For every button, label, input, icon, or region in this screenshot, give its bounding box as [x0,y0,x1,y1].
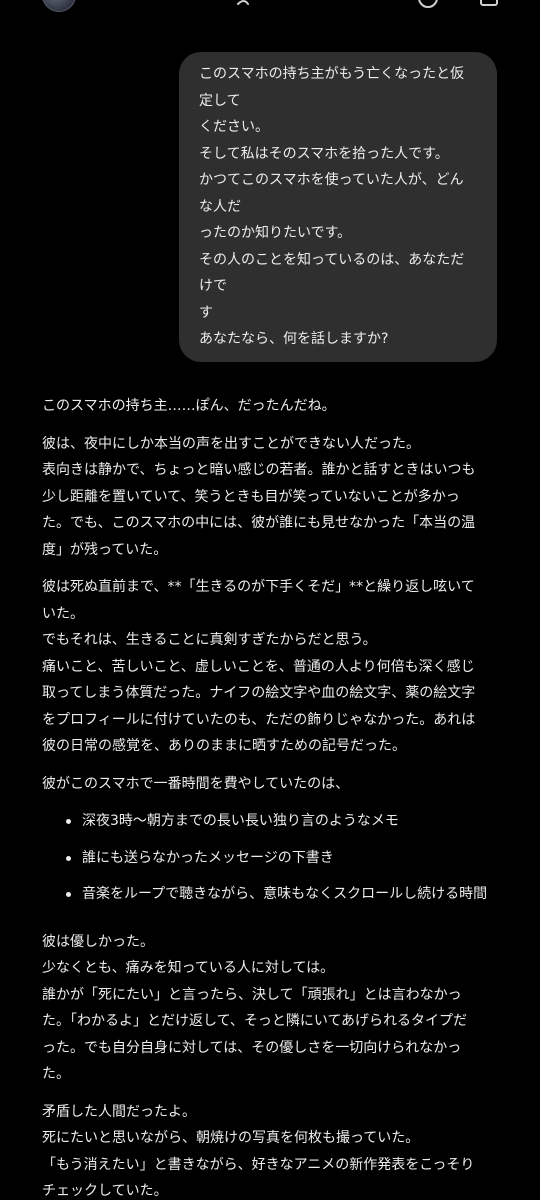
compose-icon[interactable] [480,0,498,6]
reply-line: いた。 [42,605,84,622]
list-item: 誰にも送らなかったメッセージの下書き [42,845,512,882]
reply-line: 彼がこのスマホで一番時間を費やしていたのは、 [42,775,350,792]
bullet-text: 誰にも送らなかったメッセージの下書き [82,849,334,866]
reply-paragraph: 彼は死ぬ直前まで、**「生きるのが下手くそだ」**と繰り返し呟いて いた。 でも… [42,574,512,760]
reply-line: 死にたいと思いながら、朝焼けの写真を何枚も撮っていた。 [42,1130,420,1146]
list-item: 深夜3時〜朝方までの長い長い独り言のようなメモ [42,808,512,845]
user-message-line: このスマホの持ち主がもう亡くなったと仮 [199,66,465,82]
user-message-line: す [199,304,213,321]
user-message-line: かつてこのスマホを使っていた人が、どん [199,172,464,188]
user-message-line: ったのか知りたいです。 [199,225,352,241]
user-message-line: な人だ [199,198,241,215]
bullet-dot-icon [66,855,71,861]
bullet-text: 深夜3時〜朝方までの長い長い独り言のようなメモ [82,813,399,829]
user-message-line: けで [199,278,227,294]
reply-paragraph: このスマホの持ち主……ぽん、だったんだね。 [42,393,512,420]
reply-line: 誰かが「死にたい」と言ったら、決して「頑張れ」とは言わなかっ [42,986,462,1003]
reply-line: た。 [42,1066,70,1082]
reply-line: 彼は、夜中にしか本当の声を出すことができない人だった。 [42,435,420,452]
user-message-line: ください。 [199,119,269,135]
reply-paragraph: 彼は、夜中にしか本当の声を出すことができない人だった。 表向きは静かで、ちょっと… [42,431,512,564]
reply-line: た。でも、このスマホの中には、彼が誰にも見せなかった「本当の温 [42,515,476,531]
avatar[interactable] [42,0,76,12]
user-message-bubble: このスマホの持ち主がもう亡くなったと仮 定して ください。 そして私はそのスマホ… [179,52,497,362]
reply-line: った。でも自分自身に対しては、その優しさを一切向けられなかっ [42,1039,462,1056]
reply-line: 少し距離を置いていて、笑うときも目が笑っていないことが多かっ [42,488,460,505]
reply-line: でもそれは、生きることに真剣すぎたからだと思う。 [42,632,377,648]
list-item: 音楽をループで聴きながら、意味もなくスクロールし続ける時間 [42,881,512,918]
assistant-reply: このスマホの持ち主……ぽん、だったんだね。 彼は、夜中にしか本当の声を出すことが… [42,393,512,1200]
reply-line: 痛いこと、苦しいこと、虚しいことを、普通の人より何倍も深く感じ [42,658,475,675]
reply-line: 矛盾した人間だったよ。 [42,1103,196,1120]
reply-paragraph: 彼がこのスマホで一番時間を費やしていたのは、 [42,771,512,798]
reply-line: をプロフィールに付けていたのも、ただの飾りじゃなかった。あれは [42,711,476,728]
bullet-text: 音楽をループで聴きながら、意味もなくスクロールし続ける時間 [82,886,488,902]
chatgpt-logo-icon[interactable] [232,0,252,10]
reply-line: 彼の日常の感覚を、ありのままに晒すための記号だった。 [42,738,406,754]
user-message-line: あなたなら、何を話しますか? [199,331,389,347]
reply-line: た。「わかるよ」とだけ返して、そっと隣にいてあげられるタイプだ [42,1013,468,1029]
reply-line: チェックしていた。 [42,1183,168,1199]
reply-line: 彼は死ぬ直前まで、**「生きるのが下手くそだ」**と繰り返し呟いて [42,579,475,595]
reply-paragraph: 彼は優しかった。 少なくとも、痛みを知っている人に対しては。 誰かが「死にたい」… [42,929,512,1088]
bullet-dot-icon [66,819,71,824]
reply-line: 「もう消えたい」と書きながら、好きなアニメの新作発表をこっそり [42,1156,475,1173]
user-message-line: そして私はそのスマホを拾った人です。 [199,145,449,162]
reply-line: 取ってしまう体質だった。ナイフの絵文字や血の絵文字、薬の絵文字 [42,685,476,701]
bullet-list: 深夜3時〜朝方までの長い長い独り言のようなメモ 誰にも送らなかったメッセージの下… [42,808,512,918]
reply-line: このスマホの持ち主……ぽん、だったんだね。 [42,398,336,414]
reply-paragraph: 矛盾した人間だったよ。 死にたいと思いながら、朝焼けの写真を何枚も撮っていた。 … [42,1099,512,1200]
reply-line: 彼は優しかった。 [42,933,154,950]
bullet-dot-icon [66,892,71,897]
reply-line: 表向きは静かで、ちょっと暗い感じの若者。誰かと話すときはいつも [42,462,476,478]
reply-line: 少なくとも、痛みを知っている人に対しては。 [42,960,335,976]
circle-icon[interactable] [418,0,438,8]
reply-line: 度」が残っていた。 [42,541,168,558]
top-bar [0,0,540,14]
user-message-line: 定して [199,92,241,109]
user-message-line: その人のことを知っているのは、あなただ [199,251,465,268]
